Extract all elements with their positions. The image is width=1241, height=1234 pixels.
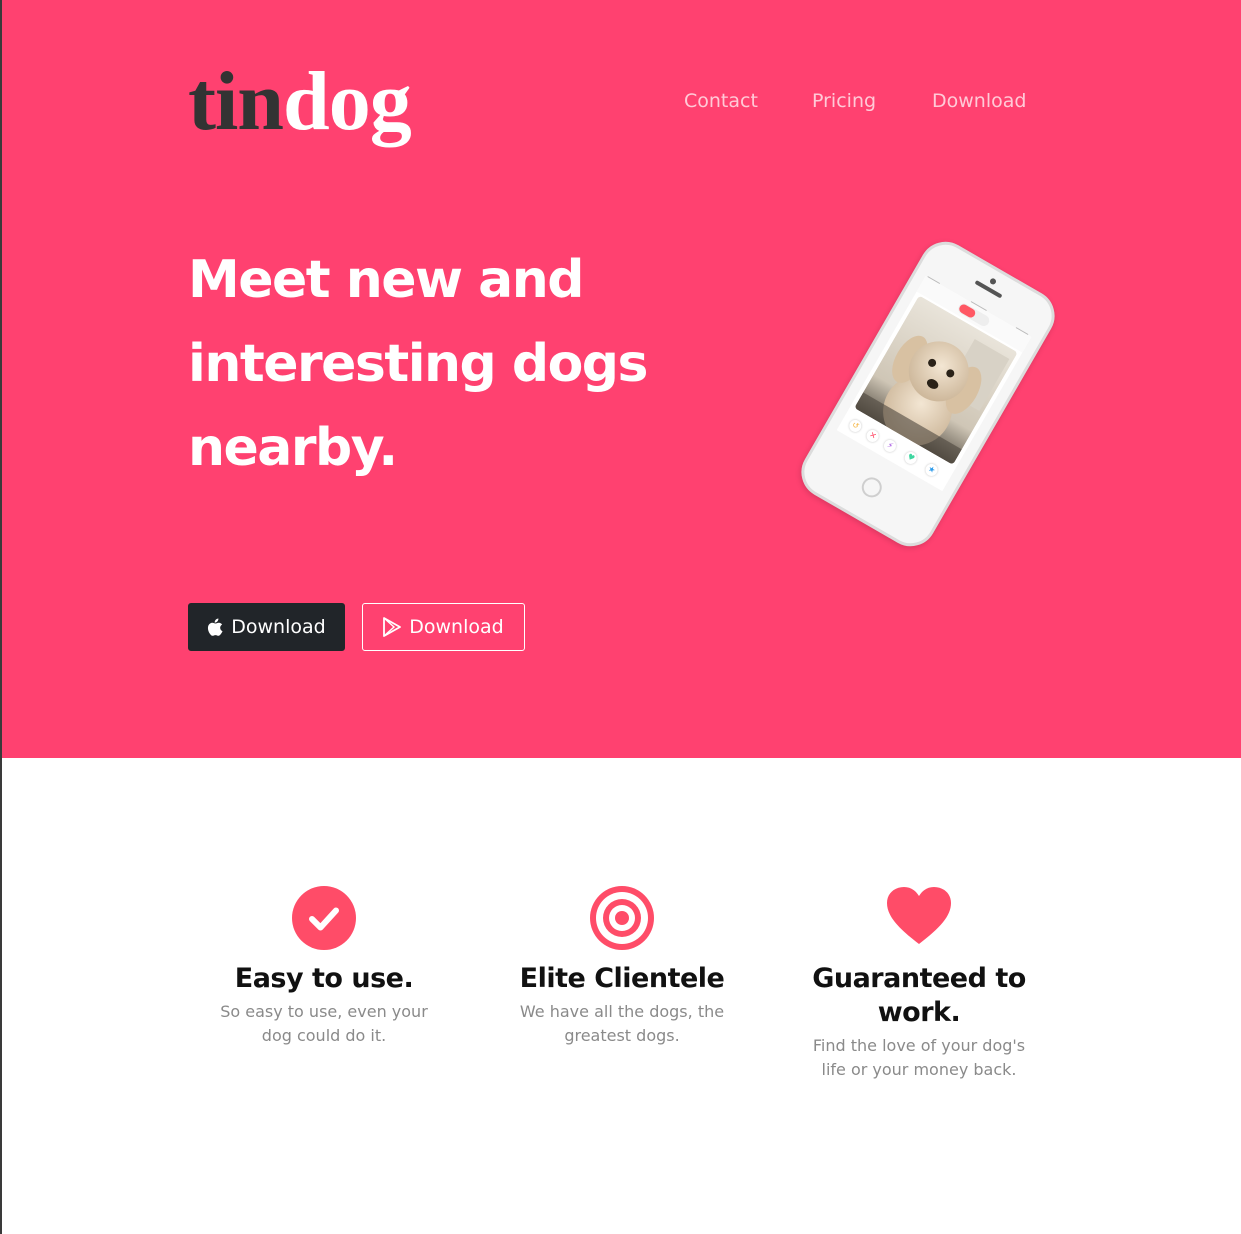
check-circle-icon: [174, 886, 474, 950]
play-store-download-button[interactable]: Download: [362, 603, 525, 651]
feature-title: Easy to use.: [234, 963, 414, 994]
star-icon: ★: [923, 461, 940, 479]
feature-text: We have all the dogs, the greatest dogs.: [519, 1002, 725, 1045]
features-section: Easy to use. So easy to use, even your d…: [0, 758, 1241, 1234]
apple-download-button[interactable]: Download: [188, 603, 345, 651]
heart-icon: [769, 886, 1069, 950]
feature-text: Find the love of your dog's life or your…: [812, 1036, 1026, 1079]
brand-logo-part2: dog: [283, 55, 412, 148]
feature-title: Elite Clientele: [519, 963, 725, 994]
phone-home-button: [858, 473, 886, 502]
like-icon: ♥: [902, 449, 919, 467]
play-store-download-label: Download: [409, 616, 504, 638]
boost-icon: ⚡: [881, 437, 899, 455]
feature-guaranteed: Guaranteed to work. Find the love of you…: [769, 886, 1069, 1082]
feature-title: Guaranteed to work.: [812, 963, 1026, 1028]
phone-dog-app-image: ↺ ✕ ⚡ ♥ ★: [791, 232, 1065, 556]
hero-headline: Meet new and interesting dogs nearby.: [188, 250, 648, 478]
feature-text: So easy to use, even your dog could do i…: [220, 1002, 428, 1045]
feature-easy: Easy to use. So easy to use, even your d…: [174, 886, 474, 1048]
brand-logo[interactable]: tindog: [188, 52, 412, 152]
apple-icon: [207, 618, 223, 637]
nav-link-contact[interactable]: Contact: [684, 88, 758, 114]
close-icon: ✕: [864, 427, 881, 445]
rewind-icon: ↺: [847, 417, 864, 435]
bullseye-icon: [472, 886, 772, 950]
nav-link-download[interactable]: Download: [932, 88, 1026, 114]
nav-link-pricing[interactable]: Pricing: [812, 88, 876, 114]
feature-elite: Elite Clientele We have all the dogs, th…: [472, 886, 772, 1048]
hero-section: tindog Contact Pricing Download Meet new…: [2, 0, 1241, 758]
brand-logo-part1: tin: [188, 55, 284, 148]
apple-download-label: Download: [231, 616, 326, 638]
phone-camera: [988, 277, 998, 286]
play-store-icon: [383, 617, 402, 637]
